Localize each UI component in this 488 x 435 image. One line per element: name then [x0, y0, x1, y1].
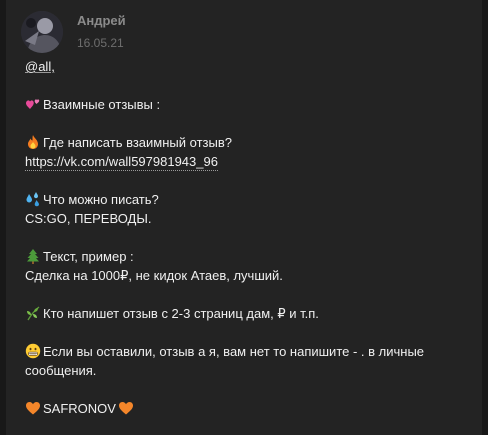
signature: SAFRONOV	[43, 401, 116, 416]
offer-text: Кто напишет отзыв с 2-3 страниц дам, ₽ и…	[43, 306, 319, 321]
orange-heart-icon	[118, 400, 134, 416]
question-where: Где написать взаимный отзыв?	[43, 135, 232, 150]
grimacing-face-icon	[25, 343, 41, 359]
question-what: Что можно писать?	[43, 192, 159, 207]
avatar-image-icon	[21, 11, 63, 53]
mention-all[interactable]: @all,	[25, 59, 55, 74]
section-title: Взаимные отзывы :	[43, 97, 161, 112]
sweat-droplets-icon	[25, 191, 41, 207]
message-body: @all, Взаимные отзывы : Где написать вза…	[25, 57, 485, 418]
avatar[interactable]	[21, 11, 63, 53]
vk-wall-link[interactable]: https://vk.com/wall597981943_96	[25, 154, 218, 171]
example-label: Текст, пример :	[43, 249, 134, 264]
evergreen-tree-icon	[25, 248, 41, 264]
herb-icon	[25, 305, 41, 321]
author-name[interactable]: Андрей	[77, 13, 126, 28]
two-hearts-icon	[25, 96, 41, 112]
fire-icon	[25, 134, 41, 150]
example-text: Сделка на 1000₽, не кидок Атаев, лучший.	[25, 268, 283, 283]
orange-heart-icon	[25, 400, 41, 416]
answer-what: CS:GO, ПЕРЕВОДЫ.	[25, 211, 152, 226]
post-container: Андрей 16.05.21 @all, Взаимные отзывы : …	[6, 0, 482, 435]
dm-note: Если вы оставили, отзыв а я, вам нет то …	[25, 344, 425, 378]
post-date[interactable]: 16.05.21	[77, 36, 124, 50]
